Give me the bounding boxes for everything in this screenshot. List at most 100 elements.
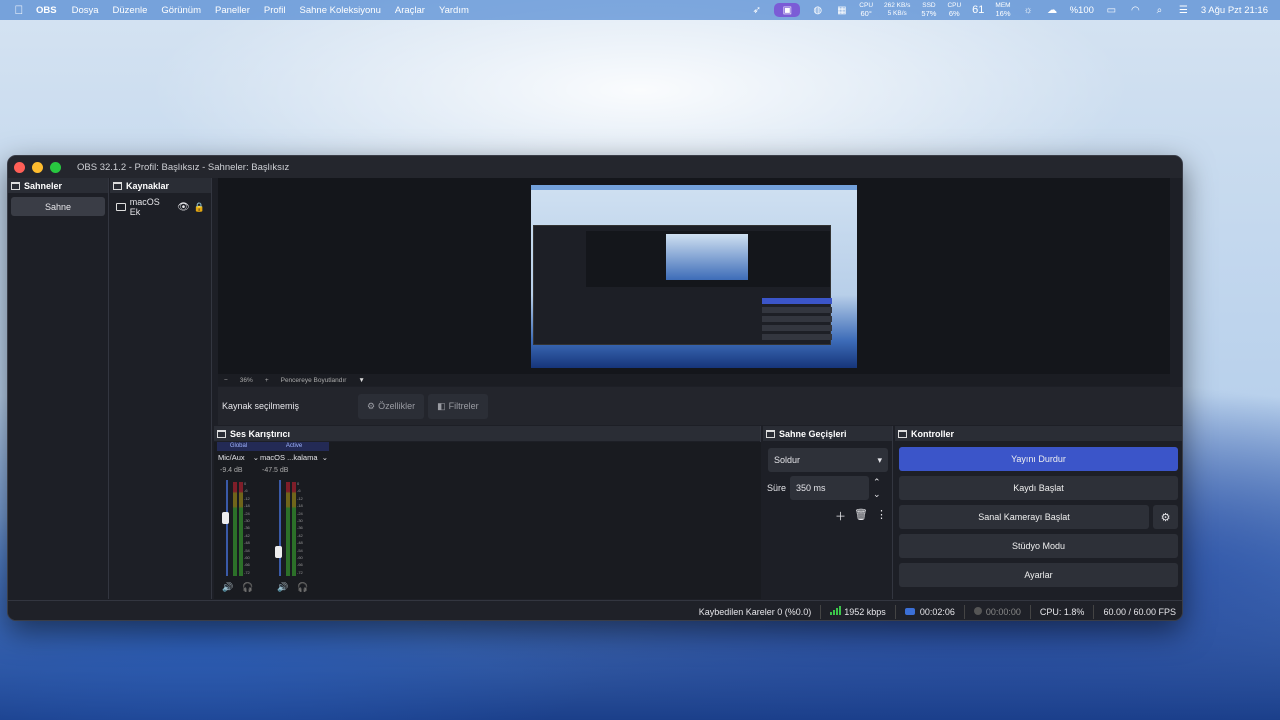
start-record-button[interactable]: Kaydı Başlat xyxy=(899,476,1178,500)
source-item[interactable]: macOS Ek 👁 🔒 xyxy=(116,197,205,217)
grid-icon[interactable]: ▦ xyxy=(835,5,848,16)
meter-tick: -60 xyxy=(297,555,303,561)
menu-profile[interactable]: Profil xyxy=(264,5,286,16)
zoom-window-button[interactable] xyxy=(50,161,61,173)
fader-track[interactable] xyxy=(279,480,281,576)
visibility-eye-icon[interactable]: 👁 xyxy=(177,202,190,213)
wifi-icon[interactable]: ◠ xyxy=(1129,5,1142,16)
minimize-window-button[interactable] xyxy=(32,161,43,173)
zoom-out-button[interactable]: − xyxy=(224,377,228,384)
cpu-temp-stat[interactable]: CPU 60° xyxy=(859,2,873,18)
apple-icon[interactable]:  xyxy=(12,3,26,17)
title-bar[interactable]: OBS 32.1.2 - Profil: Başlıksız - Sahnele… xyxy=(8,156,1182,178)
meter-tick: -12 xyxy=(297,495,303,501)
trash-icon[interactable]: 🗑 xyxy=(854,508,868,524)
preview-screen-capture xyxy=(531,185,857,368)
zoom-dropdown-arrow[interactable]: ▼ xyxy=(358,377,364,384)
meter-tick: -66 xyxy=(244,562,250,568)
ssd-stat[interactable]: SSD 57% xyxy=(921,2,936,18)
chevron-up-icon[interactable]: ⌃ xyxy=(873,476,881,488)
menu-edit[interactable]: Düzenle xyxy=(113,5,148,16)
meter-tick: -30 xyxy=(244,518,250,524)
more-options-icon[interactable]: ⋮ xyxy=(876,508,887,524)
menu-tools[interactable]: Araçlar xyxy=(395,5,425,16)
monitor-off-icon[interactable]: 🎧 xyxy=(297,582,308,593)
dropped-frames: Kaybedilen Kareler 0 (%0.0) xyxy=(698,606,812,617)
battery-icon[interactable]: ▭ xyxy=(1105,5,1118,16)
mixer-channel-desktop: Active macOS ...kalama ⌄ -47.5 dB 0 -6 -12 -… xyxy=(259,442,329,597)
live-icon xyxy=(904,607,915,615)
clock[interactable]: 3 Ağu Pzt 21:16 xyxy=(1201,5,1268,16)
chevron-down-icon[interactable]: ⌄ xyxy=(322,451,328,465)
menu-scene-collection[interactable]: Sahne Koleksiyonu xyxy=(300,5,381,16)
bitrate: 1952 kbps xyxy=(830,606,886,617)
menu-app-name[interactable]: OBS xyxy=(36,5,57,16)
meter-ticks: 0 -6 -12 -18 -24 -30 -36 -42 -48 -54 -60 -66 -72 xyxy=(297,480,303,576)
filters-button[interactable]: ◧ Filtreler xyxy=(428,393,488,419)
zoom-in-button[interactable]: + xyxy=(265,377,269,384)
network-stat[interactable]: 262 KB/s 5 KB/s xyxy=(884,2,910,18)
menu-help[interactable]: Yardım xyxy=(439,5,469,16)
close-window-button[interactable] xyxy=(14,161,25,173)
battery-percent[interactable]: %100 xyxy=(1070,5,1094,16)
controls-dock-title[interactable]: Kontroller xyxy=(895,426,1182,441)
source-name: macOS Ek xyxy=(129,197,160,217)
studio-mode-button[interactable]: Stüdyo Modu xyxy=(899,534,1178,558)
virtual-camera-settings-button[interactable]: ⚙ xyxy=(1153,505,1178,529)
brightness-icon[interactable]: ☼ xyxy=(1022,5,1035,16)
meter-tick: -12 xyxy=(244,495,250,501)
speaker-icon[interactable]: 🔊 xyxy=(222,582,233,593)
settings-button[interactable]: Ayarlar xyxy=(899,563,1178,587)
record-icon xyxy=(973,606,982,615)
gear-icon: ⚙ xyxy=(1160,511,1171,524)
meter-tick: -72 xyxy=(297,569,303,575)
meter-ticks: 0 -6 -12 -18 -24 -30 -36 -42 -48 -54 -60 -66 -72 xyxy=(244,480,250,576)
dock-window-icon xyxy=(898,429,907,438)
add-transition-icon[interactable]: ＋ xyxy=(835,508,846,524)
stop-stream-button[interactable]: Yayını Durdur xyxy=(899,447,1178,471)
status-bar: Kaybedilen Kareler 0 (%0.0) 1952 kbps 00… xyxy=(8,600,1182,620)
cpu-stat[interactable]: CPU 6% xyxy=(947,2,961,18)
meter-tick: -18 xyxy=(297,503,303,509)
fader-track[interactable] xyxy=(226,480,228,576)
chevron-down-icon[interactable]: ⌄ xyxy=(873,488,881,500)
channel-header: Active xyxy=(259,442,329,451)
mixer-dock-title[interactable]: Ses Karıştırıcı xyxy=(214,426,760,441)
screen-record-icon[interactable]: ▣ xyxy=(774,3,801,17)
cloud-icon[interactable]: ☁ xyxy=(1046,5,1059,16)
meter-tick: -24 xyxy=(297,510,303,516)
transitions-dock-title[interactable]: Sahne Geçişleri xyxy=(763,426,892,441)
transition-select[interactable]: Soldur ▾ xyxy=(768,448,888,472)
transitions-dock: Sahne Geçişleri Soldur ▾ Süre 350 ms ⌃ ⌄… xyxy=(763,426,893,599)
scene-item[interactable]: Sahne xyxy=(11,197,105,216)
level-bar-right xyxy=(239,482,243,576)
lock-icon[interactable]: 🔒 xyxy=(194,202,205,213)
duration-input[interactable]: 350 ms xyxy=(790,476,869,500)
channel-name[interactable]: macOS ...kalama ⌄ xyxy=(259,451,329,465)
fit-to-window[interactable]: Pencereye Boyutlandır xyxy=(281,377,347,384)
preview-canvas[interactable] xyxy=(218,178,1170,374)
sources-dock-title[interactable]: Kaynaklar xyxy=(110,178,211,193)
menu-docks[interactable]: Paneller xyxy=(215,5,250,16)
meter-tick: -60 xyxy=(244,555,250,561)
scenes-dock-title[interactable]: Sahneler xyxy=(8,178,108,193)
rocket-icon[interactable]: ➶ xyxy=(750,5,763,16)
speaker-icon[interactable]: 🔊 xyxy=(277,582,288,593)
menu-file[interactable]: Dosya xyxy=(72,5,99,16)
globe-icon[interactable]: ◍ xyxy=(811,5,824,16)
virtual-camera-button[interactable]: Sanal Kamerayı Başlat xyxy=(899,505,1149,529)
cpu-usage: CPU: 1.8% xyxy=(1039,606,1085,617)
mem-stat[interactable]: MEM 16% xyxy=(995,2,1010,18)
menu-view[interactable]: Görünüm xyxy=(161,5,201,16)
monitor-off-icon[interactable]: 🎧 xyxy=(242,582,253,593)
temp-stat[interactable]: 61 xyxy=(972,4,984,16)
channel-name[interactable]: Mic/Aux ⌄ xyxy=(217,451,260,465)
search-icon[interactable]: ⌕ xyxy=(1153,5,1166,16)
control-center-icon[interactable]: ☰ xyxy=(1177,5,1190,16)
monitor-icon xyxy=(116,203,126,211)
duration-stepper[interactable]: ⌃ ⌄ xyxy=(873,476,881,500)
properties-button[interactable]: ⚙ Özellikler xyxy=(358,393,425,419)
meter-tick: -36 xyxy=(297,525,303,531)
volume-fader[interactable] xyxy=(222,511,229,524)
volume-fader[interactable] xyxy=(275,545,282,558)
